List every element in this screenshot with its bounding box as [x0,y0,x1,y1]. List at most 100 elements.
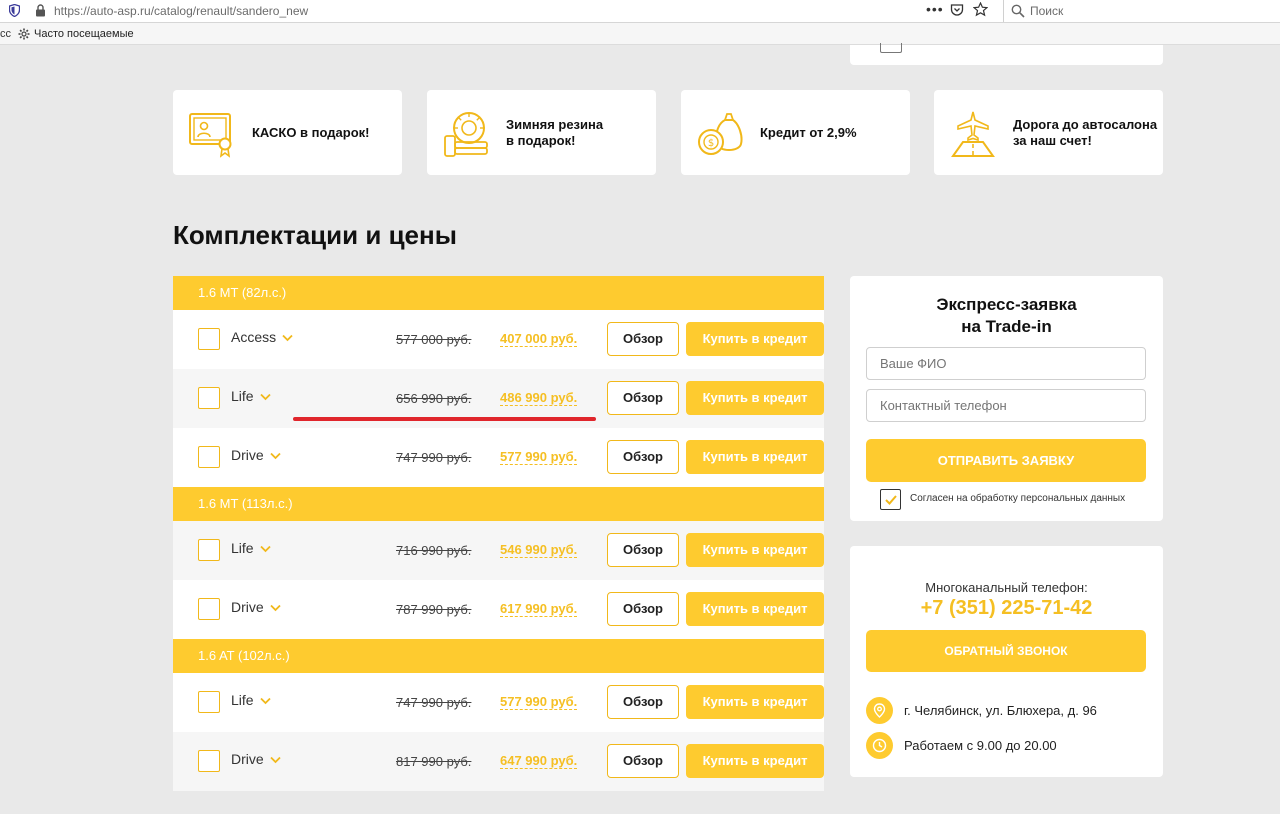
location-pin-icon [866,697,893,724]
trim-name: Drive [231,599,264,615]
buy-credit-button[interactable]: Купить в кредит [686,685,824,719]
buy-credit-button[interactable]: Купить в кредит [686,533,824,567]
bookmark-most-visited[interactable]: Часто посещаемые [34,28,134,40]
compare-checkbox[interactable] [198,328,220,350]
trim-name: Access [231,329,277,345]
buy-credit-button[interactable]: Купить в кредит [686,381,824,415]
trim-toggle[interactable]: Drive [231,599,281,615]
buy-credit-button[interactable]: Купить в кредит [686,322,824,356]
overview-button[interactable]: Обзор [607,440,679,474]
chevron-down-icon [270,453,281,460]
chevron-down-icon [270,605,281,612]
trim-name: Life [231,692,254,708]
trim-toggle[interactable]: Access [231,329,293,345]
new-price[interactable]: 546 990 руб. [500,543,578,558]
new-price[interactable]: 577 990 руб. [500,450,578,465]
browser-url-bar[interactable]: https://auto-asp.ru/catalog/renault/sand… [0,0,1280,23]
form-title-line1: Экспресс-заявка [936,295,1077,314]
section-title: Комплектации и цены [173,220,457,250]
trim-toggle[interactable]: Life [231,692,271,708]
table-row: Drive 747 990 руб. 577 990 руб. Обзор Ку… [173,428,824,487]
trim-name: Life [231,540,254,556]
overview-button[interactable]: Обзор [607,533,679,567]
engine-group-header: 1.6 AT (102л.с.) [173,639,824,673]
trim-toggle[interactable]: Drive [231,751,281,767]
buy-credit-button[interactable]: Купить в кредит [686,440,824,474]
chevron-down-icon [259,394,271,401]
consent-checkbox[interactable] [880,489,901,510]
feature-text: Зимняя резина в подарок! [506,116,604,148]
buy-credit-button[interactable]: Купить в кредит [686,592,824,626]
bookmarks-toolbar: сс Часто посещаемые [0,23,1280,45]
svg-text:$: $ [708,138,714,149]
new-price[interactable]: 617 990 руб. [500,602,578,617]
engine-group-header: 1.6 MT (113л.с.) [173,487,824,521]
clock-icon [866,732,893,759]
feature-card-kasko: КАСКО в подарок! [173,90,402,175]
old-price: 747 990 руб. [396,695,472,710]
airplane-road-icon [951,111,995,157]
engine-group-header: 1.6 MT (82л.с.) [173,276,824,310]
phone-input[interactable] [866,389,1146,422]
chevron-down-icon [270,757,281,764]
trim-toggle[interactable]: Life [231,540,271,556]
shield-icon[interactable] [9,4,20,17]
feature-text: Кредит от 2,9% [760,124,857,140]
compare-checkbox[interactable] [198,387,220,409]
search-placeholder: Поиск [1030,4,1064,18]
trim-name: Drive [231,751,264,767]
address-field[interactable]: https://auto-asp.ru/catalog/renault/sand… [54,4,308,18]
chevron-down-icon [259,698,271,705]
table-row: Drive 817 990 руб. 647 990 руб. Обзор Ку… [173,732,824,791]
name-input[interactable] [866,347,1146,380]
phone-number[interactable]: +7 (351) 225-71-42 [850,597,1163,620]
overview-button[interactable]: Обзор [607,685,679,719]
submit-request-button[interactable]: ОТПРАВИТЬ ЗАЯВКУ [866,439,1146,482]
compare-checkbox[interactable] [198,750,220,772]
certificate-icon [189,113,232,158]
lock-icon[interactable] [35,4,46,17]
compare-checkbox[interactable] [198,446,220,468]
money-bag-icon: $ [698,113,743,155]
checkmark-icon [885,495,897,505]
bookmark-truncated[interactable]: сс [0,28,11,40]
feature-text: Дорога до автосалона за наш счет! [1013,116,1158,148]
old-price: 656 990 руб. [396,391,472,406]
new-price[interactable]: 486 990 руб. [500,391,578,406]
tire-icon [444,112,488,157]
old-price: 716 990 руб. [396,543,472,558]
compare-checkbox[interactable] [198,598,220,620]
pocket-icon[interactable] [950,3,964,17]
gear-icon [18,28,30,40]
page-actions-icon[interactable]: ••• [926,1,944,17]
trim-toggle[interactable]: Life [231,388,271,404]
form-title: Экспресс-заявка на Trade-in [850,294,1163,338]
trim-name: Drive [231,447,264,463]
new-price[interactable]: 577 990 руб. [500,695,578,710]
bookmark-star-icon[interactable] [973,2,988,17]
compare-checkbox[interactable] [198,691,220,713]
feature-card-tires: Зимняя резина в подарок! [427,90,656,175]
overview-button[interactable]: Обзор [607,744,679,778]
compare-checkbox[interactable] [198,539,220,561]
top-partial-card [850,43,1163,65]
new-price[interactable]: 647 990 руб. [500,754,578,769]
phone-label: Многоканальный телефон: [925,580,1088,595]
feature-text: КАСКО в подарок! [252,124,370,140]
trims-price-table: 1.6 MT (82л.с.) Access 577 000 руб. 407 … [173,276,824,791]
hours-text: Работаем с 9.00 до 20.00 [904,738,1057,753]
table-row: Life 716 990 руб. 546 990 руб. Обзор Куп… [173,521,824,580]
overview-button[interactable]: Обзор [607,322,679,356]
old-price: 787 990 руб. [396,602,472,617]
buy-credit-button[interactable]: Купить в кредит [686,744,824,778]
browser-search-input[interactable]: Поиск [1003,0,1280,22]
callback-button[interactable]: ОБРАТНЫЙ ЗВОНОК [866,630,1146,672]
partial-checkbox[interactable] [880,43,902,53]
trim-name: Life [231,388,254,404]
overview-button[interactable]: Обзор [607,592,679,626]
trim-toggle[interactable]: Drive [231,447,281,463]
old-price: 747 990 руб. [396,450,472,465]
overview-button[interactable]: Обзор [607,381,679,415]
table-row: Access 577 000 руб. 407 000 руб. Обзор К… [173,310,824,369]
new-price[interactable]: 407 000 руб. [500,332,578,347]
